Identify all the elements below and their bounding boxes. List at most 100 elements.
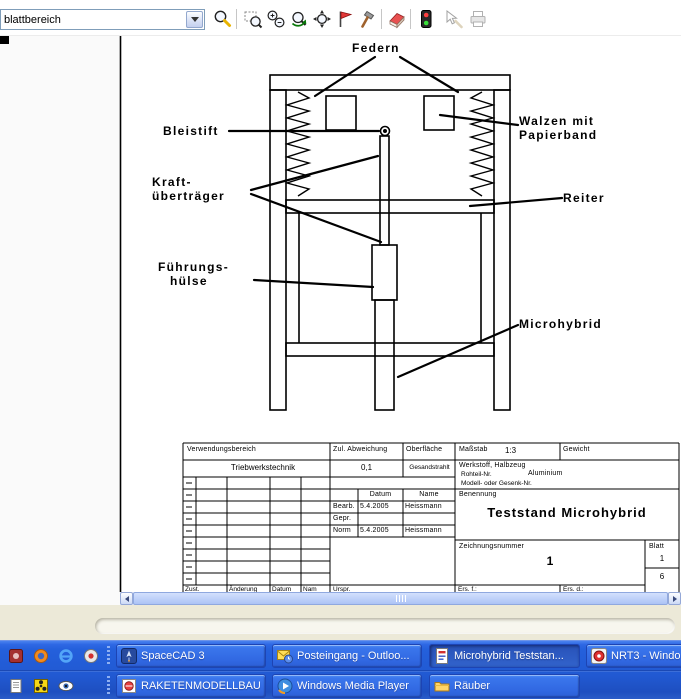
titleblock-modell-label: Modell- oder Gesenk-Nr. xyxy=(461,480,532,487)
zoom-in-out-icon xyxy=(266,9,286,29)
titleblock-oberflaeche-label: Oberfläche xyxy=(406,446,442,454)
taskbar-button-label: SpaceCAD 3 xyxy=(141,650,205,662)
scroll-left-button[interactable] xyxy=(120,592,133,605)
titleblock-norm-name: Heissmann xyxy=(405,527,442,535)
taskbar-button-raketenmodellbau[interactable]: RAKETENMODELLBAU... xyxy=(116,674,266,698)
scrollbar-corner xyxy=(0,592,120,605)
taskbar-button-spacecad[interactable]: SpaceCAD 3 xyxy=(116,644,266,668)
quicklaunch-radiation[interactable] xyxy=(29,674,53,698)
taskbar-button-label: RAKETENMODELLBAU... xyxy=(141,680,261,692)
label-walzen-1: Walzen mit xyxy=(519,114,594,128)
radiation-icon xyxy=(33,678,49,694)
taskbar-button-raeuber[interactable]: Räuber xyxy=(429,674,580,698)
titleblock-blatt-label: Blatt xyxy=(649,543,664,551)
titleblock-col-name: Name xyxy=(403,491,455,499)
label-kraft-1: Kraft- xyxy=(152,175,192,189)
quicklaunch-eye[interactable] xyxy=(54,674,78,698)
scrollbar-thumb[interactable] xyxy=(133,592,668,605)
label-kraft-2: überträger xyxy=(152,189,225,203)
label-reiter: Reiter xyxy=(563,191,605,205)
quicklaunch-firefox[interactable] xyxy=(29,644,53,668)
combobox-dropdown-button[interactable] xyxy=(186,11,203,28)
status-panel xyxy=(95,618,675,634)
taskbar-button-label: NRT3 - Windo... xyxy=(611,650,681,662)
zoom-previous-button[interactable] xyxy=(287,7,311,31)
label-fuehrung-2: hülse xyxy=(170,274,208,288)
quicklaunch-grip[interactable] xyxy=(107,646,110,665)
status-bar xyxy=(0,605,681,640)
zoom-in-out-button[interactable] xyxy=(264,7,288,31)
notes-icon xyxy=(8,678,24,694)
quicklaunch-red-app[interactable] xyxy=(4,644,28,668)
titleblock-abweichung-value: 0,1 xyxy=(330,463,403,472)
quicklaunch-notes[interactable] xyxy=(4,674,28,698)
hammer-icon xyxy=(358,9,378,29)
label-bleistift: Bleistift xyxy=(163,124,219,138)
zoom-pan-icon xyxy=(312,9,332,29)
titleblock-oberflaeche-value: Gesandstrahlt xyxy=(404,464,455,471)
quicklaunch-round-app[interactable] xyxy=(79,644,103,668)
zoom-pan-button[interactable] xyxy=(310,7,334,31)
titleblock-verwendung-value: Triebwerkstechnik xyxy=(196,463,330,472)
quicklaunch-internet-explorer[interactable] xyxy=(54,644,78,668)
nrt3-icon xyxy=(591,648,607,664)
titleblock-rohteil-label: Rohteil-Nr. xyxy=(461,471,492,478)
zoom-window-button[interactable] xyxy=(241,7,265,31)
quicklaunch-grip[interactable] xyxy=(107,676,110,695)
titleblock-norm-datum: 5.4.2005 xyxy=(360,527,389,535)
titleblock-bearb-label: Bearb. xyxy=(333,503,355,511)
toolbar-separator xyxy=(381,9,383,29)
pointer-pencil-icon xyxy=(444,9,464,29)
flag-button[interactable] xyxy=(333,7,357,31)
print-button[interactable] xyxy=(466,7,490,31)
arrow-left-icon xyxy=(125,596,129,602)
taskbar-button-outlook[interactable]: Posteingang - Outloo... xyxy=(272,644,422,668)
zoom-window-icon xyxy=(243,9,263,29)
titleblock-verwendung-label: Verwendungsbereich xyxy=(187,446,256,454)
taskbar-button-nrt3[interactable]: NRT3 - Windo... xyxy=(586,644,681,668)
taskbar-row-1: SpaceCAD 3 Posteingang - Outloo... Micro… xyxy=(0,641,681,670)
titleblock-massstab-value: 1:3 xyxy=(505,446,516,455)
titleblock-blatt-value: 1 xyxy=(645,554,679,563)
combobox-value: blattbereich xyxy=(1,14,186,26)
horizontal-scrollbar[interactable] xyxy=(120,592,681,605)
taskbar: SpaceCAD 3 Posteingang - Outloo... Micro… xyxy=(0,640,681,699)
application-window: blattbereich xyxy=(0,0,681,699)
titleblock-abweichung-label: Zul. Abweichung xyxy=(333,446,387,454)
drawing-viewport[interactable]: Federn Bleistift Walzen mit Papierband K… xyxy=(0,36,681,592)
label-fuehrung-1: Führungs- xyxy=(158,260,229,274)
redline-button[interactable] xyxy=(442,7,466,31)
titleblock-bearb-datum: 5.4.2005 xyxy=(360,503,389,511)
traffic-light-button[interactable] xyxy=(414,7,438,31)
titleblock-werkstoff-label: Werkstoff, Halbzeug xyxy=(459,462,526,470)
raketen-page-icon xyxy=(121,678,137,694)
eraser-icon xyxy=(387,9,407,29)
internet-explorer-icon xyxy=(58,648,74,664)
firefox-icon xyxy=(33,648,49,664)
round-app-icon xyxy=(83,648,99,664)
taskbar-button-windows-media-player[interactable]: Windows Media Player xyxy=(272,674,422,698)
titleblock-gewicht-label: Gewicht xyxy=(563,446,590,454)
toolbar-separator xyxy=(236,9,238,29)
hammer-button[interactable] xyxy=(356,7,380,31)
titleblock-zeichnungsnummer-label: Zeichnungsnummer xyxy=(459,543,524,551)
titleblock-benennung-value: Teststand Microhybrid xyxy=(455,505,679,520)
drawing-doc-icon xyxy=(434,648,450,664)
titleblock-benennung-label: Benennung xyxy=(459,491,497,499)
zoom-tool-button[interactable] xyxy=(210,7,234,31)
titleblock-zeichnungsnummer-value: 1 xyxy=(455,554,645,568)
titleblock-blatt-total: 6 xyxy=(645,572,679,581)
zoom-previous-icon xyxy=(289,9,309,29)
taskbar-button-microhybrid-teststand[interactable]: Microhybrid Teststan... xyxy=(429,644,580,668)
titleblock-werkstoff-value: Aluminium xyxy=(528,470,562,478)
zoom-tool-icon xyxy=(212,9,232,29)
zoom-area-combobox[interactable]: blattbereich xyxy=(0,9,205,30)
outlook-icon xyxy=(277,648,293,664)
taskbar-row-2: RAKETENMODELLBAU... Windows Media Player… xyxy=(0,671,681,699)
scroll-right-button[interactable] xyxy=(668,592,681,605)
folder-icon xyxy=(434,678,450,694)
eye-icon xyxy=(58,678,74,694)
titleblock-bearb-name: Heissmann xyxy=(405,503,442,511)
eraser-button[interactable] xyxy=(385,7,409,31)
titleblock-massstab-label: Maßstab xyxy=(459,446,488,454)
